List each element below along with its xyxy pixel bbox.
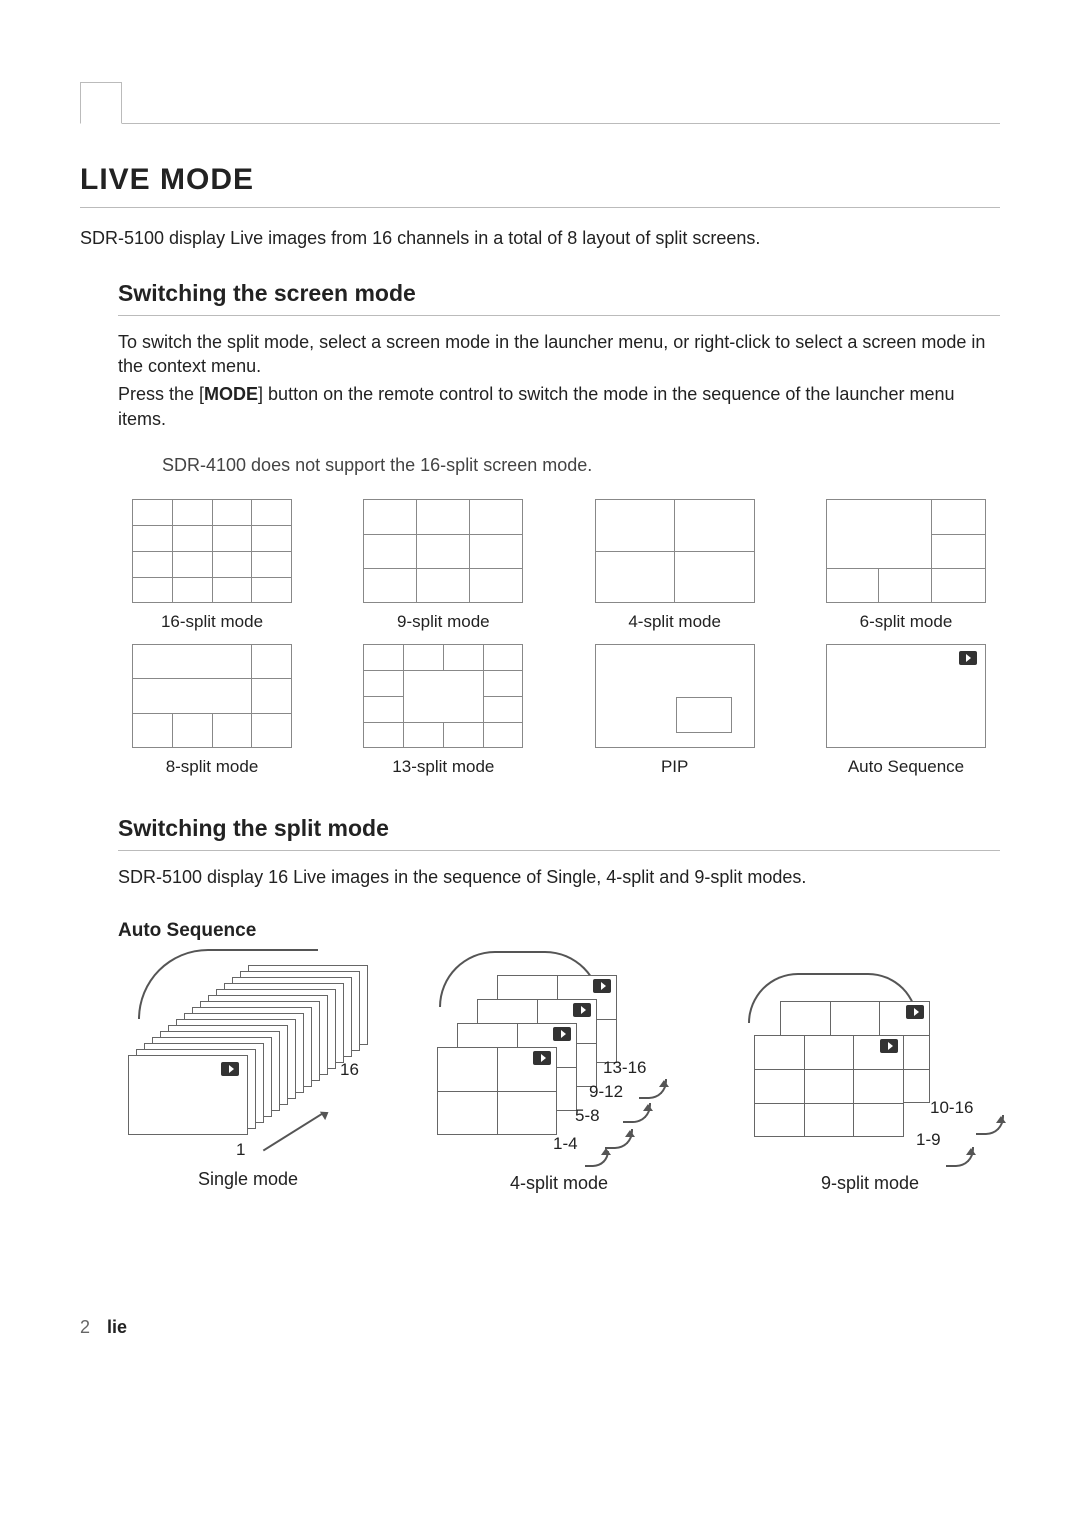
header-rule <box>80 82 1000 124</box>
sequence-icon <box>573 1003 591 1017</box>
auto-sequence-diagrams: 16 1 Single mode 13-16 9-12 5-8 1-4 <box>118 961 1000 1195</box>
note-text: SDR-4100 does not support the 16-split s… <box>162 453 1000 477</box>
mode-6-split: 6-split mode <box>812 499 1000 634</box>
corner-tab <box>80 82 122 124</box>
footer-word: lie <box>107 1317 127 1337</box>
switch-screen-p1: To switch the split mode, select a scree… <box>118 330 1000 379</box>
range-10-16: 10-16 <box>930 1097 973 1120</box>
mode-8-split: 8-split mode <box>118 644 306 779</box>
mode-13-split: 13-split mode <box>349 644 537 779</box>
label-13-split: 13-split mode <box>392 756 494 779</box>
label-1: 1 <box>236 1139 245 1162</box>
range-9-12: 9-12 <box>589 1081 623 1104</box>
page-footer: 2 lie <box>80 1315 1000 1339</box>
diagram-4split: 13-16 9-12 5-8 1-4 4-split mode <box>429 961 689 1195</box>
label-9-split: 9-split mode <box>397 611 490 634</box>
mode-auto-sequence: Auto Sequence <box>812 644 1000 779</box>
label-16: 16 <box>340 1059 359 1082</box>
mode-9-split: 9-split mode <box>349 499 537 634</box>
range-1-4: 1-4 <box>553 1133 578 1156</box>
label-auto-sequence: Auto Sequence <box>848 756 964 779</box>
page-number: 2 <box>80 1317 90 1337</box>
mode-4-split: 4-split mode <box>581 499 769 634</box>
h1-live-mode: LIVE MODE <box>80 160 1000 208</box>
diagram-9split: 10-16 1-9 9-split mode <box>740 961 1000 1195</box>
h2-switch-split: Switching the split mode <box>118 813 1000 851</box>
sequence-icon <box>593 979 611 993</box>
range-5-8: 5-8 <box>575 1105 600 1128</box>
h3-auto-sequence: Auto Sequence <box>118 918 1000 944</box>
sequence-icon <box>553 1027 571 1041</box>
diagram-single: 16 1 Single mode <box>118 961 378 1195</box>
mode-pip: PIP <box>581 644 769 779</box>
mode-grid-row-1: 16-split mode 9-split mode 4-split mode … <box>118 499 1000 634</box>
sequence-icon <box>533 1051 551 1065</box>
h2-switch-screen: Switching the screen mode <box>118 278 1000 316</box>
switch-split-p: SDR-5100 display 16 Live images in the s… <box>118 865 1000 889</box>
label-16-split: 16-split mode <box>161 611 263 634</box>
diagram-single-label: Single mode <box>118 1167 378 1191</box>
label-4-split: 4-split mode <box>628 611 721 634</box>
sequence-icon <box>906 1005 924 1019</box>
sequence-icon <box>221 1062 239 1076</box>
label-8-split: 8-split mode <box>166 756 259 779</box>
mode-word: MODE <box>204 384 258 404</box>
mode-grid-row-2: 8-split mode 13-split mode PIP Auto Sequ… <box>118 644 1000 779</box>
sequence-icon <box>959 651 977 665</box>
sequence-icon <box>880 1039 898 1053</box>
p2a: Press the [ <box>118 384 204 404</box>
switch-screen-p2: Press the [MODE] button on the remote co… <box>118 382 1000 431</box>
label-pip: PIP <box>661 756 688 779</box>
range-13-16: 13-16 <box>603 1057 646 1080</box>
label-6-split: 6-split mode <box>860 611 953 634</box>
range-1-9: 1-9 <box>916 1129 941 1152</box>
diagram-4split-label: 4-split mode <box>429 1171 689 1195</box>
intro-text: SDR-5100 display Live images from 16 cha… <box>80 226 1000 250</box>
mode-16-split: 16-split mode <box>118 499 306 634</box>
diagram-9split-label: 9-split mode <box>740 1171 1000 1195</box>
